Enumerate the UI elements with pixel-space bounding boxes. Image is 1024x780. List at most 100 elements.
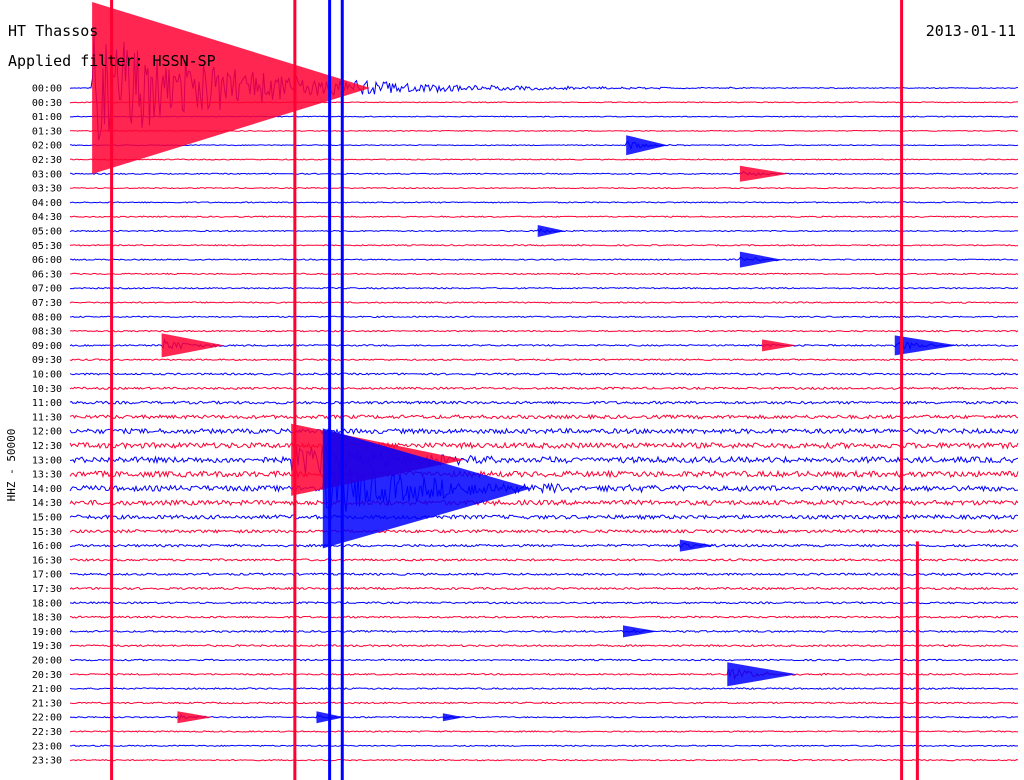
trace-row (69, 730, 1019, 733)
trace-row (69, 542, 1019, 549)
row-time-label: 23:30 (32, 756, 62, 767)
vertical-spike (915, 541, 919, 780)
row-time-label: 03:00 (32, 169, 62, 180)
row-time-label: 23:00 (32, 741, 62, 752)
helicorder-plot: 00:00 00:30 01:00 01:30 02:00 02:30 03:00 03:30… (5, 0, 1019, 780)
trace-row (69, 158, 1019, 161)
trace-row (69, 572, 1018, 576)
date-label: 2013-01-11 (926, 22, 1016, 40)
row-time-label: 08:00 (32, 312, 62, 323)
trace-row (69, 528, 1019, 534)
trace-row (69, 628, 1019, 634)
trace-row (69, 186, 1019, 190)
seismic-event (739, 165, 789, 182)
row-time-label: 16:30 (32, 555, 62, 566)
row-time-label: 05:30 (32, 241, 62, 252)
trace-row (69, 586, 1019, 591)
trace-row (69, 668, 1018, 681)
row-time-label: 14:00 (32, 484, 62, 495)
trace-row (69, 601, 1019, 605)
trace-row (69, 244, 1019, 247)
trace-row (69, 413, 1019, 421)
row-time-label: 06:00 (32, 255, 62, 266)
row-time-label: 13:00 (32, 455, 62, 466)
row-time-label: 10:00 (32, 370, 62, 381)
row-time-label: 00:30 (32, 98, 62, 109)
channel-label: HHZ - 50000 (5, 429, 18, 502)
row-time-label: 10:30 (32, 384, 62, 395)
trace-row (69, 498, 1019, 507)
trace-row (70, 446, 1019, 475)
row-time-label: 20:30 (32, 670, 62, 681)
trace-row (69, 744, 1019, 748)
row-time-label: 17:00 (32, 570, 62, 581)
row-time-label: 17:30 (32, 584, 62, 595)
trace-row (69, 256, 1019, 262)
row-time-label: 19:30 (32, 641, 62, 652)
row-time-label: 11:00 (32, 398, 62, 409)
row-time-label: 15:00 (32, 513, 62, 524)
row-time-label: 22:00 (32, 713, 62, 724)
trace-row (69, 466, 1019, 512)
row-time-label: 09:30 (32, 355, 62, 366)
seismic-event (679, 539, 715, 552)
row-time-label: 20:00 (32, 656, 62, 667)
row-time-label: 18:00 (32, 598, 62, 609)
trace-row (69, 386, 1019, 391)
trace-row (69, 687, 1019, 690)
row-time-label: 04:30 (32, 212, 62, 223)
trace-row (69, 286, 1019, 290)
trace-row (69, 400, 1019, 405)
row-time-label: 11:30 (32, 412, 62, 423)
vertical-spike (900, 0, 904, 780)
vertical-spike (293, 0, 297, 780)
row-time-label: 21:00 (32, 684, 62, 695)
row-time-label: 07:00 (32, 284, 62, 295)
row-time-label: 12:00 (32, 427, 62, 438)
trace-row (69, 301, 1019, 304)
seismic-event (894, 335, 958, 356)
seismic-event (623, 625, 658, 638)
vertical-spike (328, 0, 332, 780)
vertical-spike (110, 0, 114, 780)
seismic-event (537, 225, 566, 237)
row-time-label: 02:00 (32, 141, 62, 152)
row-time-label: 03:30 (32, 184, 62, 195)
seismic-event (727, 662, 797, 687)
trace-row (69, 272, 1019, 276)
trace-row (69, 358, 1019, 362)
trace-row (69, 372, 1019, 376)
trace-row (69, 441, 1019, 450)
trace-row (69, 170, 1019, 176)
row-time-label: 01:30 (32, 126, 62, 137)
row-time-label: 06:30 (32, 269, 62, 280)
seismic-event (177, 711, 213, 724)
row-time-label: 19:00 (32, 627, 62, 638)
row-time-label: 07:30 (32, 298, 62, 309)
row-time-label: 15:30 (32, 527, 62, 538)
trace-row (69, 329, 1019, 333)
seismic-event (161, 333, 225, 358)
trace-row (69, 713, 1019, 721)
row-time-label: 01:00 (32, 112, 62, 123)
row-time-label: 09:00 (32, 341, 62, 352)
trace-row (69, 758, 1019, 762)
trace-row (69, 513, 1019, 521)
seismic-event (762, 339, 797, 352)
trace-row (69, 658, 1019, 662)
row-time-label: 21:30 (32, 698, 62, 709)
seismic-event (442, 713, 464, 722)
trace-row (69, 701, 1019, 705)
seismic-event (626, 135, 668, 156)
trace-row (69, 644, 1019, 648)
vertical-spike (340, 0, 344, 780)
trace-row (69, 558, 1019, 562)
trace-layer (69, 0, 1019, 780)
trace-row (69, 215, 1018, 218)
row-time-label: 14:30 (32, 498, 62, 509)
row-time-label: 12:30 (32, 441, 62, 452)
row-time-label: 13:30 (32, 470, 62, 481)
trace-row (69, 615, 1019, 619)
trace-row (69, 427, 1019, 435)
seismic-event (739, 251, 782, 268)
